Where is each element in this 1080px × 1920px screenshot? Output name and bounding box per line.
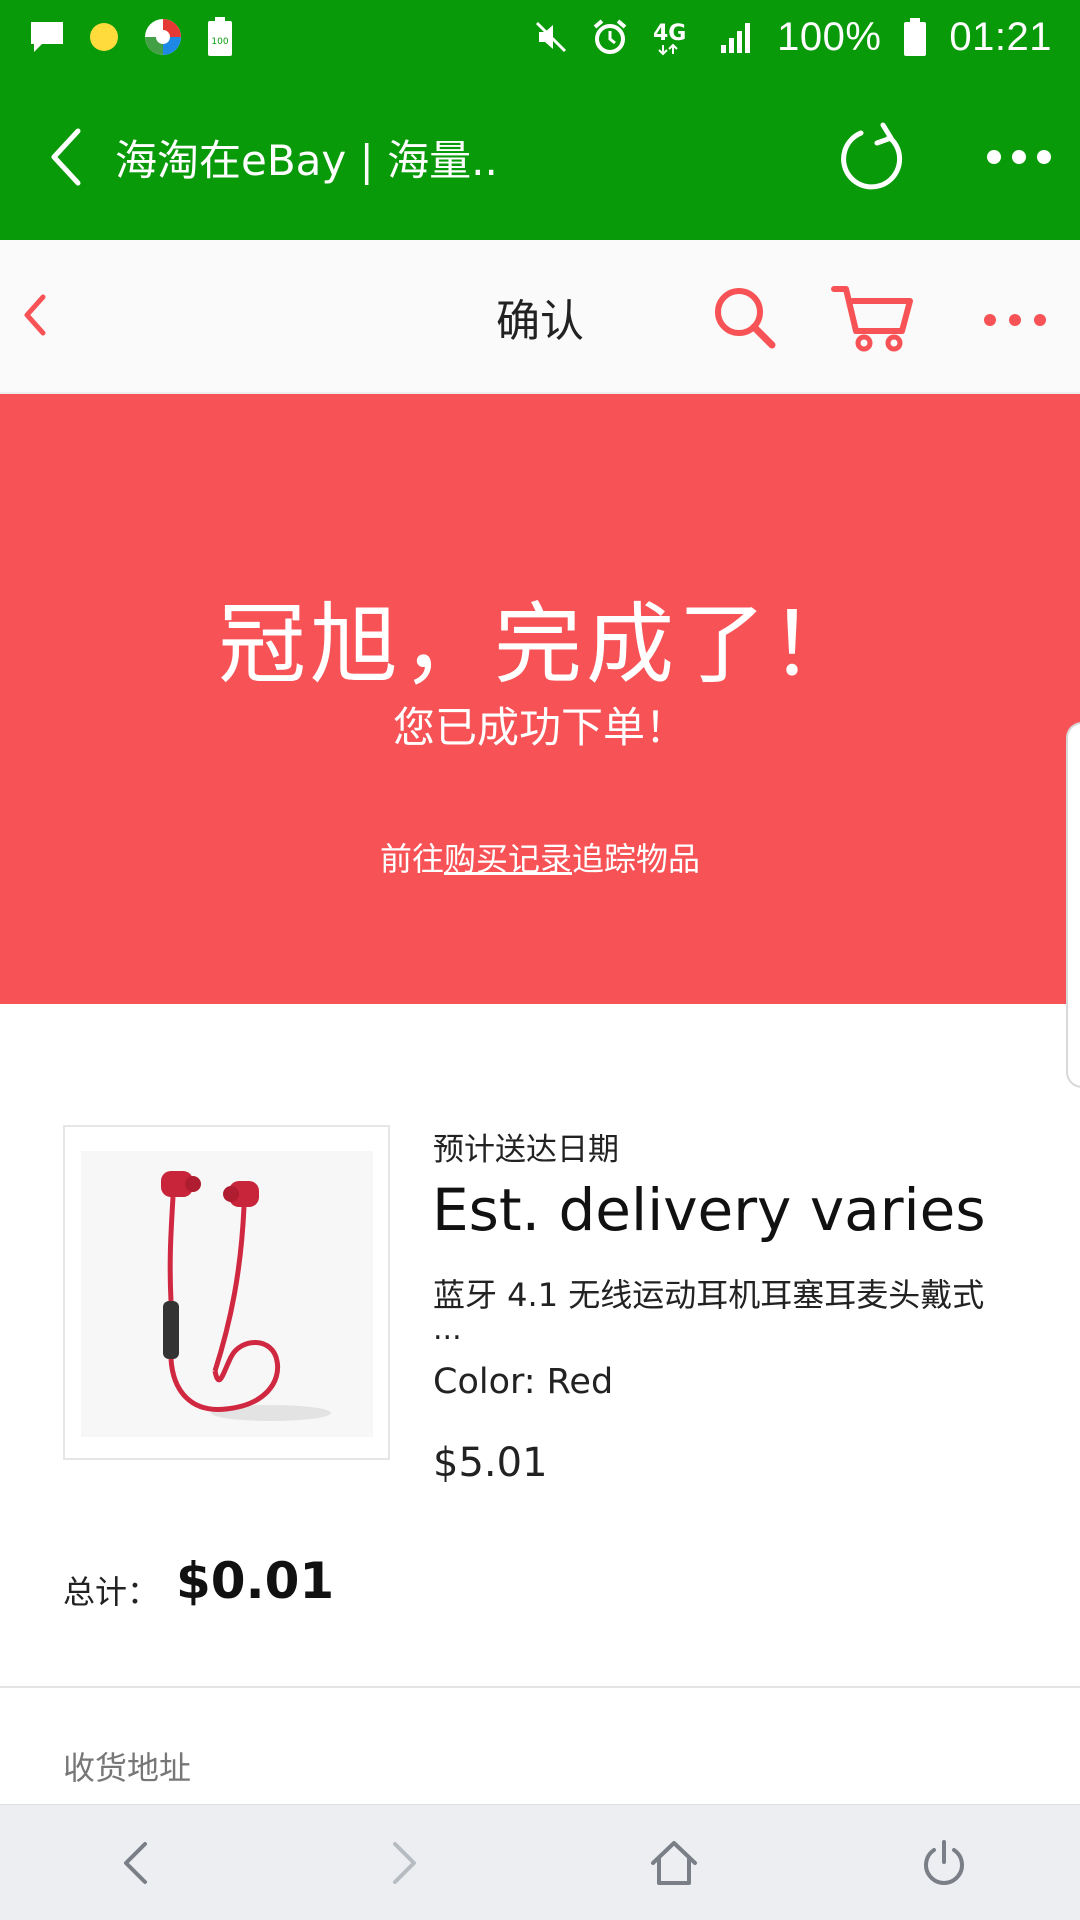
- item-title[interactable]: 蓝牙 4.1 无线运动耳机耳塞耳麦头戴式: [433, 1270, 984, 1316]
- battery-percent: 100%: [777, 14, 882, 59]
- item-color: Color: Red: [433, 1362, 614, 1402]
- order-success-banner: 冠旭，完成了！ 您已成功下单！ 前往购买记录追踪物品: [0, 394, 1080, 1004]
- item-title-ellipsis: ...: [433, 1312, 462, 1347]
- header-more-button[interactable]: [970, 290, 1060, 350]
- app-notification-icon: [142, 16, 184, 58]
- purchase-history-link[interactable]: 购买记录: [444, 840, 572, 878]
- battery-icon: [903, 17, 927, 57]
- search-button[interactable]: [705, 278, 785, 358]
- cart-button[interactable]: [825, 278, 920, 358]
- total-label: 总计：: [63, 1573, 160, 1611]
- status-bar: 100 4G 100% 01:21: [0, 0, 1080, 74]
- section-divider: [0, 1686, 1080, 1688]
- shipping-address-label: 收货地址: [63, 1749, 192, 1787]
- purchase-history-line: 前往购买记录追踪物品: [0, 834, 1080, 880]
- power-icon: [924, 1840, 964, 1885]
- nav-power-button[interactable]: [884, 1805, 1004, 1920]
- mute-icon: [533, 19, 569, 55]
- browser-page-title: 海淘在eBay | 海量..: [115, 135, 498, 185]
- red-earphones-icon: [161, 1171, 331, 1421]
- nav-home-button[interactable]: [614, 1805, 734, 1920]
- browser-back-button[interactable]: [36, 119, 96, 195]
- browser-refresh-button[interactable]: [830, 114, 916, 200]
- signal-icon: [719, 19, 755, 55]
- browser-toolbar: 海淘在eBay | 海量..: [0, 74, 1080, 240]
- chevron-left-icon: [51, 128, 81, 186]
- more-dots-icon: [984, 314, 1046, 326]
- side-drawer-handle[interactable]: [1066, 722, 1080, 1088]
- message-icon: [28, 18, 66, 56]
- network-4g-icon: 4G: [651, 18, 697, 56]
- delivery-label: 预计送达日期: [433, 1132, 619, 1168]
- svg-text:4G: 4G: [653, 21, 686, 46]
- delivery-value: Est. delivery varies: [432, 1176, 986, 1244]
- refresh-icon: [841, 122, 903, 190]
- chevron-left-icon: [124, 1842, 147, 1884]
- search-icon: [715, 288, 776, 349]
- browser-more-button[interactable]: [976, 124, 1062, 190]
- app-header: 确认: [0, 240, 1080, 394]
- home-icon: [651, 1841, 697, 1885]
- clock: 01:21: [949, 14, 1052, 59]
- alarm-icon: [591, 18, 629, 56]
- svg-text:100: 100: [211, 37, 228, 47]
- banner-title: 冠旭，完成了！: [217, 593, 862, 696]
- chevron-right-icon: [393, 1842, 416, 1884]
- battery-app-icon: 100: [206, 16, 234, 58]
- cart-icon: [830, 286, 913, 352]
- nav-back-button[interactable]: [75, 1805, 195, 1920]
- status-right-icons: 4G 100% 01:21: [533, 15, 1052, 60]
- link-prefix: 前往: [379, 840, 444, 878]
- more-dots-icon: [987, 150, 1051, 164]
- yellow-dot-icon: [88, 21, 120, 53]
- nav-forward-button[interactable]: [345, 1805, 465, 1920]
- link-suffix: 追踪物品: [572, 840, 701, 878]
- banner-subtitle: 您已成功下单！: [392, 703, 687, 752]
- item-image-area: [81, 1151, 373, 1437]
- bottom-navigation-bar: [0, 1804, 1080, 1920]
- item-price: $5.01: [433, 1440, 548, 1486]
- item-image[interactable]: [63, 1125, 390, 1460]
- total-value: $0.01: [176, 1552, 335, 1610]
- status-left-icons: 100: [28, 16, 234, 58]
